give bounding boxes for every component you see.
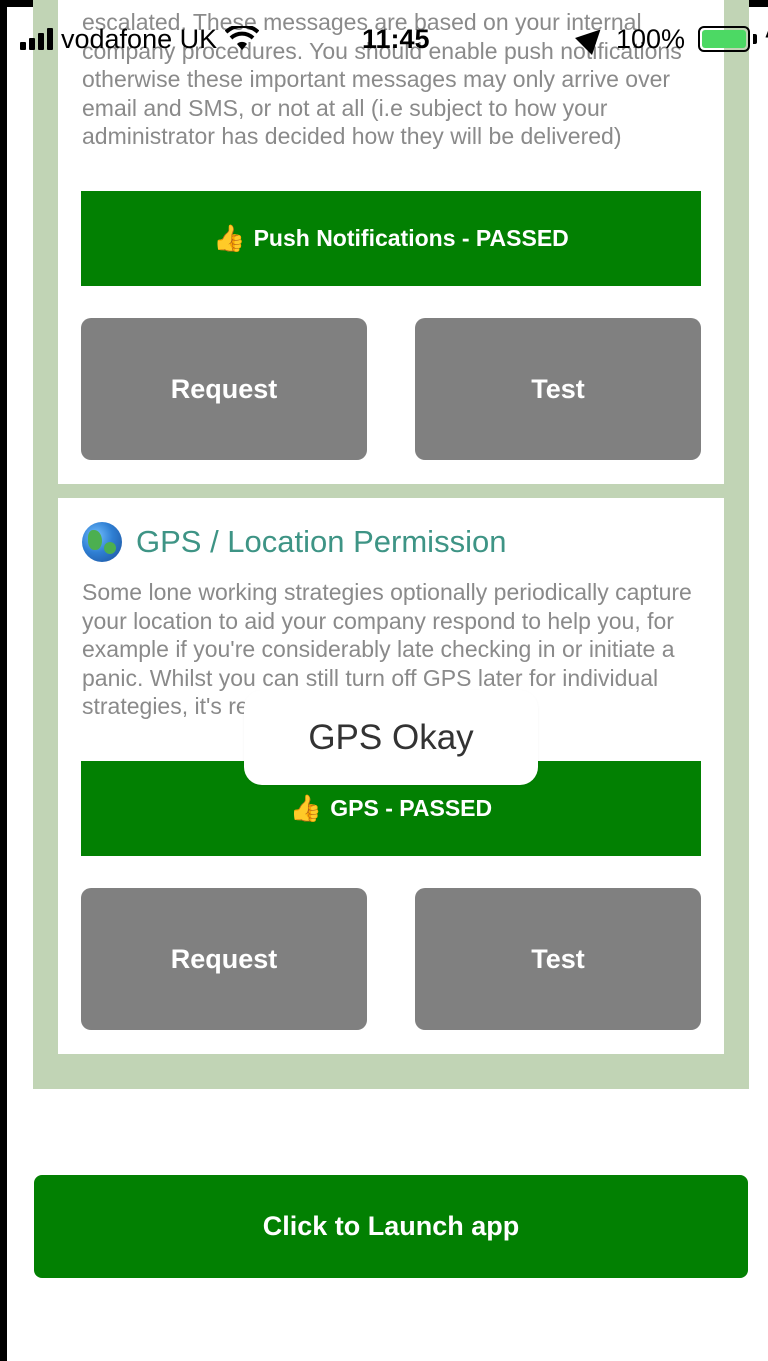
push-status-label: Push Notifications - PASSED [253, 225, 569, 251]
gps-title: GPS / Location Permission [136, 524, 507, 559]
battery-icon [698, 26, 750, 52]
push-test-button[interactable]: Test [415, 318, 701, 460]
battery-cap [753, 34, 757, 44]
signal-icon [20, 28, 53, 50]
push-status-banner: 👍 Push Notifications - PASSED [81, 191, 701, 286]
thumbs-up-icon: 👍 [289, 793, 323, 823]
battery-percentage: 100% [616, 23, 686, 54]
push-notifications-card: escalated. These messages are based on y… [58, 0, 724, 484]
gps-heading: GPS / Location Permission [82, 522, 506, 562]
launch-app-button[interactable]: Click to Launch app [34, 1175, 748, 1278]
gps-test-button[interactable]: Test [415, 888, 701, 1030]
globe-icon [82, 522, 122, 562]
location-arrow-icon [575, 21, 609, 55]
gps-request-button[interactable]: Request [81, 888, 367, 1030]
push-request-button[interactable]: Request [81, 318, 367, 460]
toast-message: GPS Okay [244, 690, 538, 785]
carrier-name: vodafone UK [61, 23, 218, 54]
clock-time: 11:45 [362, 23, 430, 54]
thumbs-up-icon: 👍 [213, 223, 246, 253]
status-bar: vodafone UK 11:45 100% ϟ [20, 20, 768, 58]
gps-status-label: GPS - PASSED [330, 795, 493, 821]
wifi-icon [225, 26, 260, 50]
